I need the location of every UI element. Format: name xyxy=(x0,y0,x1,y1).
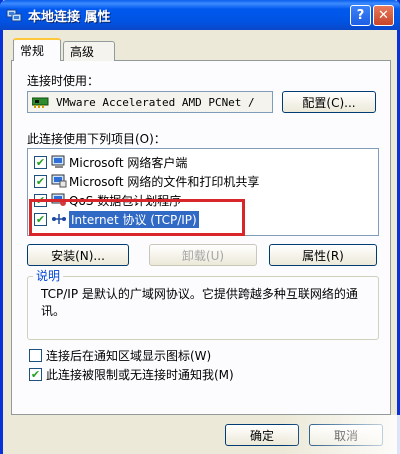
qos-scheduler-icon xyxy=(51,193,66,206)
description-legend: 说明 xyxy=(33,267,64,284)
option-label: 此连接被限制或无连接时通知我(M) xyxy=(46,367,234,382)
install-label: 安装(N)... xyxy=(51,248,105,263)
properties-dialog: 本地连接 属性 ? ✕ 常规 高级 连接时使用： VMware Accelera… xyxy=(0,0,400,454)
ok-label: 确定 xyxy=(249,428,274,443)
properties-label: 属性(R) xyxy=(302,248,344,263)
uninstall-button: 卸载(U) xyxy=(149,244,257,266)
option-label: 连接后在通知区域显示图标(W) xyxy=(46,348,212,363)
checkbox[interactable]: ✔ xyxy=(34,174,47,188)
list-item[interactable]: ✔ QoS 数据包计划程序 xyxy=(34,191,181,209)
checkbox[interactable]: ✔ xyxy=(34,212,47,226)
network-connection-icon xyxy=(6,9,22,22)
checkbox[interactable]: ✔ xyxy=(34,155,47,169)
description-text: TCP/IP 是默认的广域网协议。它提供跨越多种互联网络的通讯。 xyxy=(41,287,358,318)
item-label: Microsoft 网络客户端 xyxy=(69,155,188,170)
cancel-label: 取消 xyxy=(333,428,358,443)
protocol-icon xyxy=(52,214,66,224)
adapter-name: VMware Accelerated AMD PCNet / xyxy=(56,95,255,109)
tab-label: 常规 xyxy=(20,44,45,58)
item-label: Internet 协议 (TCP/IP) xyxy=(69,210,199,228)
connect-using-label: 连接时使用： xyxy=(27,74,100,88)
close-icon: ✕ xyxy=(378,8,389,23)
properties-button[interactable]: 属性(R) xyxy=(269,244,377,266)
list-item[interactable]: ✔ Microsoft 网络客户端 xyxy=(34,153,187,171)
list-item-selected[interactable]: ✔ Internet 协议 (TCP/IP) xyxy=(34,210,199,228)
network-client-icon xyxy=(51,155,65,168)
window-title: 本地连接 属性 xyxy=(28,10,111,25)
ok-button[interactable]: 确定 xyxy=(225,424,299,446)
adapter-field: VMware Accelerated AMD PCNet / xyxy=(27,91,273,113)
list-item[interactable]: ✔ Microsoft 网络的文件和打印机共享 xyxy=(34,172,259,190)
network-adapter-icon xyxy=(32,97,49,108)
help-button[interactable]: ? xyxy=(350,5,371,26)
checkbox[interactable] xyxy=(29,348,42,362)
tab-general[interactable]: 常规 xyxy=(13,38,61,61)
item-label: Microsoft 网络的文件和打印机共享 xyxy=(69,174,260,189)
checkbox[interactable]: ✔ xyxy=(29,367,42,381)
notify-option[interactable]: ✔ 此连接被限制或无连接时通知我(M) xyxy=(29,366,234,382)
checkbox[interactable]: ✔ xyxy=(34,193,47,207)
cancel-button[interactable]: 取消 xyxy=(309,424,383,446)
file-printer-sharing-icon xyxy=(51,174,67,188)
show-icon-option[interactable]: 连接后在通知区域显示图标(W) xyxy=(29,347,211,363)
tab-advanced[interactable]: 高级 xyxy=(63,41,115,61)
tab-label: 高级 xyxy=(70,45,95,59)
close-button[interactable]: ✕ xyxy=(373,5,394,26)
item-label: QoS 数据包计划程序 xyxy=(69,193,182,208)
uninstall-label: 卸载(U) xyxy=(181,248,225,263)
install-button[interactable]: 安装(N)... xyxy=(27,244,129,266)
components-label: 此连接使用下列项目(O)： xyxy=(27,132,166,146)
help-icon: ? xyxy=(356,8,365,23)
components-list[interactable]: ✔ Microsoft 网络客户端 ✔ Microsoft 网络的文件和打印机共… xyxy=(27,148,379,236)
title-bar[interactable]: 本地连接 属性 ? ✕ xyxy=(0,0,400,30)
configure-label: 配置(C)... xyxy=(302,95,356,110)
configure-button[interactable]: 配置(C)... xyxy=(282,91,376,113)
